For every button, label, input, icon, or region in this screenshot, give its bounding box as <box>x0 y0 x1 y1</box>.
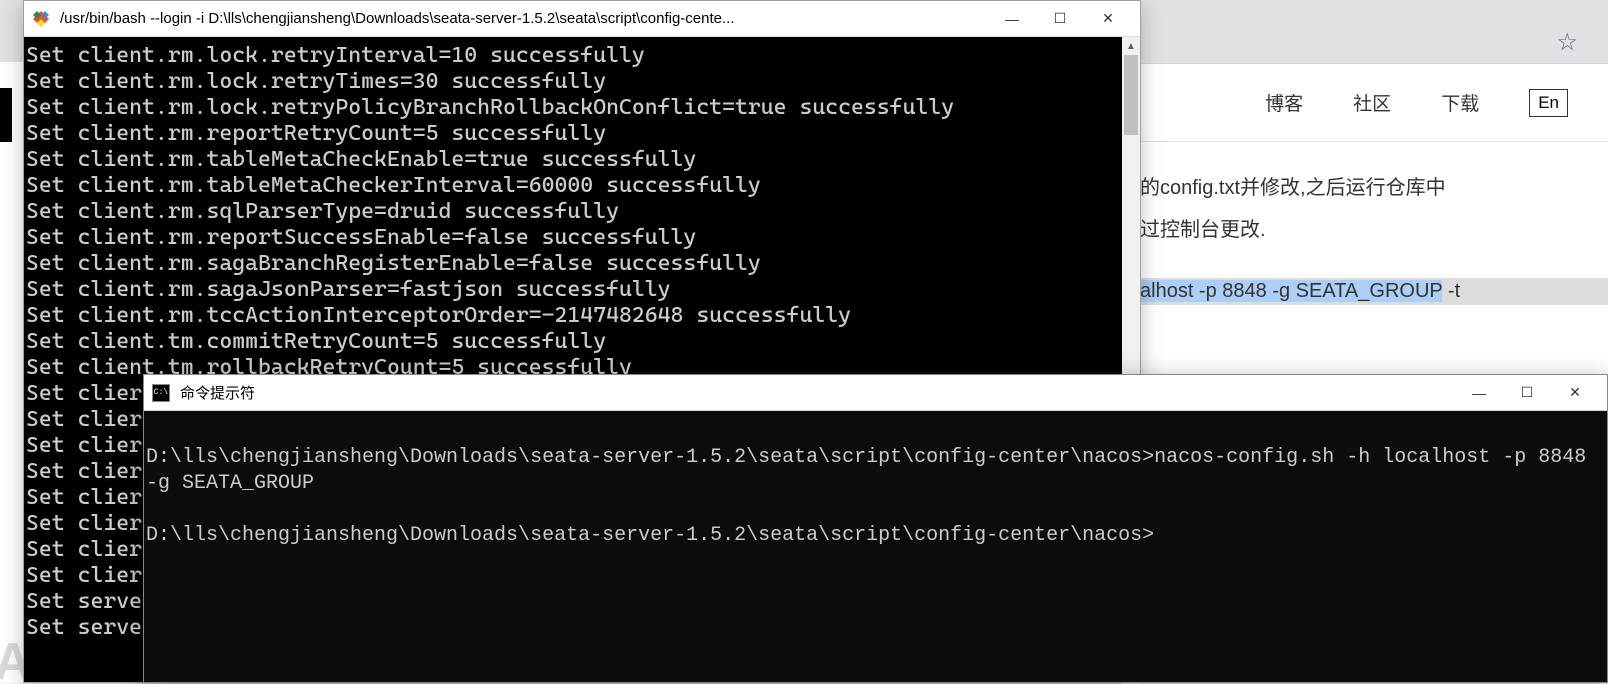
content-command: alhost -p 8848 -g SEATA_GROUP -t <box>1140 278 1608 305</box>
page-left-sliver: TA <box>0 62 23 682</box>
nav-download[interactable]: 下载 <box>1441 89 1479 116</box>
cmd-title: 命令提示符 <box>180 382 1455 403</box>
selected-text: alhost -p 8848 -g SEATA_GROUP <box>1140 280 1442 302</box>
git-bash-icon <box>32 10 50 28</box>
cmd-icon: C:\ <box>152 384 170 402</box>
nav-community[interactable]: 社区 <box>1353 89 1391 116</box>
bash-window-controls: — ☐ ✕ <box>988 2 1132 36</box>
bash-titlebar[interactable]: /usr/bin/bash --login -i D:\lls\chengjia… <box>24 1 1140 37</box>
close-button[interactable]: ✕ <box>1551 376 1599 410</box>
cmd-titlebar[interactable]: C:\ 命令提示符 — ☐ ✕ <box>144 375 1607 411</box>
content-line2: 过控制台更改. <box>1140 212 1588 248</box>
bookmark-star-icon[interactable]: ☆ <box>1556 28 1578 57</box>
scrollbar-thumb[interactable] <box>1124 55 1138 135</box>
nav-blog[interactable]: 博客 <box>1265 89 1303 116</box>
cmd-window: C:\ 命令提示符 — ☐ ✕ D:\lls\chengjiansheng\Do… <box>143 374 1608 683</box>
maximize-button[interactable]: ☐ <box>1036 2 1084 36</box>
cmd-terminal-body[interactable]: D:\lls\chengjiansheng\Downloads\seata-se… <box>144 411 1607 682</box>
content-line1: 的config.txt并修改,之后运行仓库中 <box>1140 170 1588 206</box>
watermark-text: TA <box>0 632 23 682</box>
content-command-tail: -t <box>1442 280 1460 302</box>
bash-title: /usr/bin/bash --login -i D:\lls\chengjia… <box>60 10 988 27</box>
close-button[interactable]: ✕ <box>1084 2 1132 36</box>
maximize-button[interactable]: ☐ <box>1503 376 1551 410</box>
minimize-button[interactable]: — <box>988 2 1036 36</box>
page-content: 的config.txt并修改,之后运行仓库中 过控制台更改. <box>1140 170 1588 248</box>
logo-bar <box>0 88 12 142</box>
minimize-button[interactable]: — <box>1455 376 1503 410</box>
scrollbar-up-icon[interactable]: ▲ <box>1122 37 1140 55</box>
lang-switch[interactable]: En <box>1529 89 1568 117</box>
cmd-window-controls: — ☐ ✕ <box>1455 376 1599 410</box>
